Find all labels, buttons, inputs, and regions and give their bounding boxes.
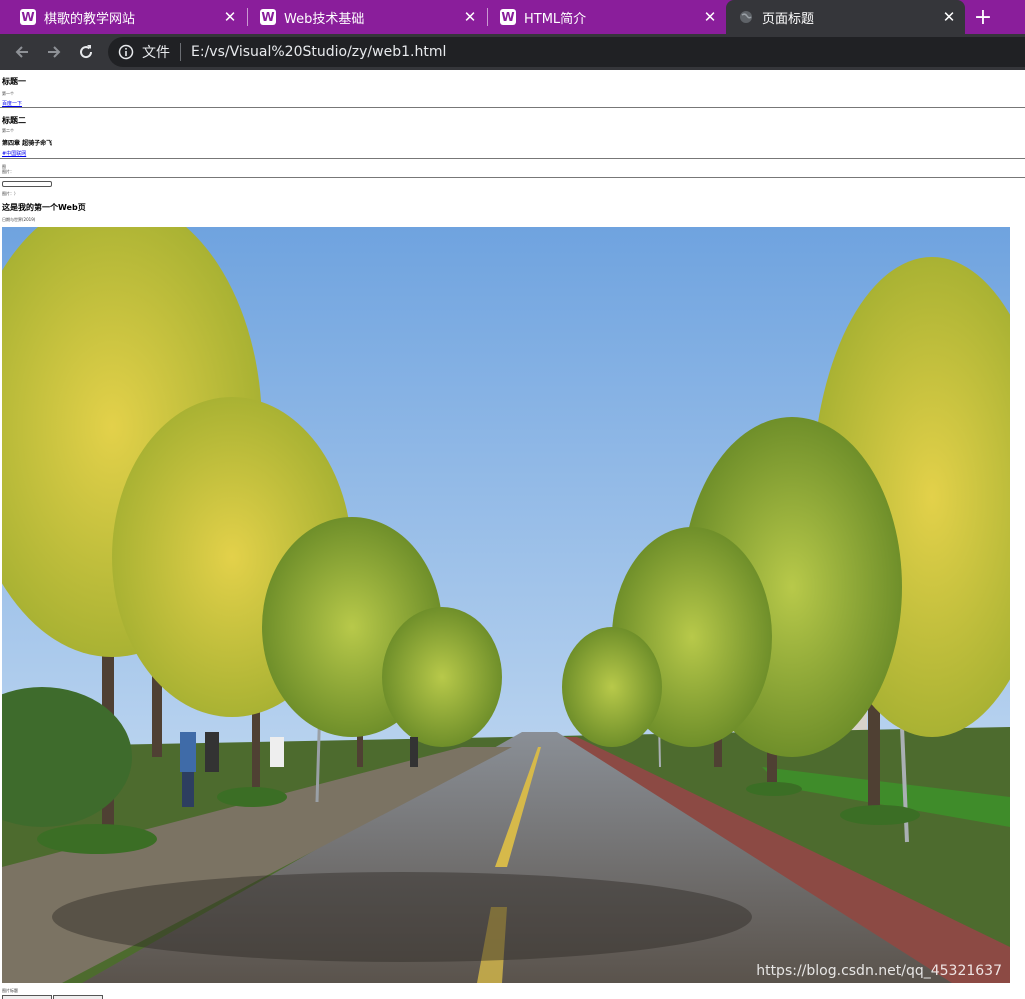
info-icon[interactable] <box>118 44 134 60</box>
reload-icon <box>80 45 93 59</box>
campus-road-photo: https://blog.csdn.net/qq_45321637 <box>2 227 1010 983</box>
paragraph-2: 第二个 <box>2 128 14 133</box>
tab-2[interactable]: W Web技术基础 ✕ <box>248 0 486 34</box>
bottom-button-2[interactable] <box>53 995 103 999</box>
omnibox-divider <box>180 43 181 61</box>
paragraph-1: 第一个 <box>2 91 14 96</box>
close-icon[interactable]: ✕ <box>220 7 240 27</box>
small-text-2: 图片： <box>2 169 14 174</box>
road-photo-image <box>2 227 1010 983</box>
divider-line <box>0 177 1025 178</box>
tab-title: 页面标题 <box>762 11 815 27</box>
arrow-left-icon <box>15 46 28 58</box>
globe-icon <box>738 9 754 25</box>
reload-button[interactable] <box>74 40 98 64</box>
small-text-3: 图片：） <box>2 191 18 196</box>
tab-title: HTML简介 <box>524 11 587 27</box>
text-input[interactable] <box>2 181 52 187</box>
browser-toolbar: 文件 E:/vs/Visual%20Studio/zy/web1.html <box>0 34 1025 70</box>
address-bar[interactable]: 文件 E:/vs/Visual%20Studio/zy/web1.html <box>108 37 1025 67</box>
main-title: 这是我的第一个Web页 <box>2 203 86 212</box>
watermark-text: https://blog.csdn.net/qq_45321637 <box>756 963 1002 979</box>
heading-3: 第四章 超骑子命飞 <box>2 140 53 147</box>
forward-button[interactable] <box>42 40 66 64</box>
w-favicon-icon: W <box>20 9 36 25</box>
tab-4-active[interactable]: 页面标题 ✕ <box>726 0 965 34</box>
file-scheme-label: 文件 <box>142 45 170 61</box>
heading-1: 标题一 <box>2 77 26 86</box>
close-icon[interactable]: ✕ <box>460 7 480 27</box>
close-icon[interactable]: ✕ <box>939 7 959 27</box>
tab-3[interactable]: W HTML简介 ✕ <box>488 0 726 34</box>
divider-line <box>0 158 1025 159</box>
link-1[interactable]: 百度一下 <box>2 100 22 107</box>
tab-strip: W 棋歌的教学网站 ✕ W Web技术基础 ✕ W HTML简介 ✕ 页面标题 … <box>0 0 1025 34</box>
close-icon[interactable]: ✕ <box>700 7 720 27</box>
back-button[interactable] <box>10 40 34 64</box>
bottom-button-1[interactable] <box>2 995 52 999</box>
w-favicon-icon: W <box>260 9 276 25</box>
arrow-right-icon <box>48 46 61 58</box>
url-text[interactable]: E:/vs/Visual%20Studio/zy/web1.html <box>191 44 446 60</box>
tab-title: 棋歌的教学网站 <box>44 11 136 27</box>
tab-title: Web技术基础 <box>284 11 365 27</box>
divider-line <box>0 107 1025 108</box>
subtitle: 日期与世界(2019) <box>2 217 36 222</box>
page-viewport: 标题一 第一个 百度一下 标题二 第二个 第四章 超骑子命飞 #中国联网 图 图… <box>0 70 1025 999</box>
link-2[interactable]: #中国联网 <box>2 150 26 157</box>
bottom-caption: 图片标题 <box>2 988 18 993</box>
heading-2: 标题二 <box>2 116 26 125</box>
tab-1[interactable]: W 棋歌的教学网站 ✕ <box>8 0 246 34</box>
w-favicon-icon: W <box>500 9 516 25</box>
new-tab-button[interactable]: + <box>970 4 996 30</box>
